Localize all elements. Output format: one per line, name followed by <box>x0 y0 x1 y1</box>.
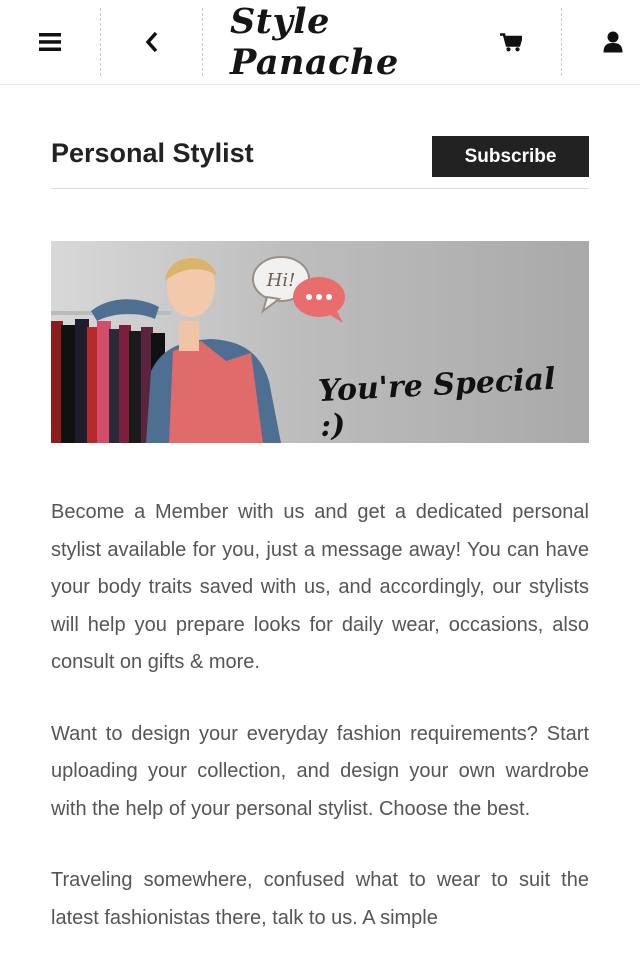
brand-logo[interactable]: Style Panache <box>230 1 465 83</box>
top-navigation-bar: Style Panache <box>0 0 640 85</box>
wardrobe-paragraph: Want to design your everyday fashion req… <box>51 722 589 820</box>
intro-paragraph: Become a Member with us and get a dedica… <box>51 501 589 673</box>
menu-button[interactable] <box>22 0 78 84</box>
back-icon <box>145 31 158 53</box>
nav-divider <box>561 8 562 76</box>
banner-caption: You're Special :) <box>317 361 557 443</box>
bubble-text: Hi! <box>266 270 296 291</box>
back-button[interactable] <box>124 0 180 84</box>
cart-button[interactable] <box>486 0 536 84</box>
page-header: Personal Stylist Subscribe <box>51 134 589 189</box>
page-title: Personal Stylist <box>51 138 254 168</box>
nav-divider <box>202 8 203 76</box>
subscribe-button[interactable]: Subscribe <box>432 136 589 177</box>
account-button[interactable] <box>588 0 638 84</box>
article-content: Become a Member with us and get a dedica… <box>51 494 589 971</box>
hero-banner: Hi! You're Special :) <box>51 241 589 443</box>
travel-paragraph: Traveling somewhere, confused what to we… <box>51 869 589 929</box>
user-icon <box>603 31 623 53</box>
cart-icon <box>500 32 522 51</box>
nav-divider <box>100 8 101 76</box>
menu-icon <box>39 33 61 51</box>
